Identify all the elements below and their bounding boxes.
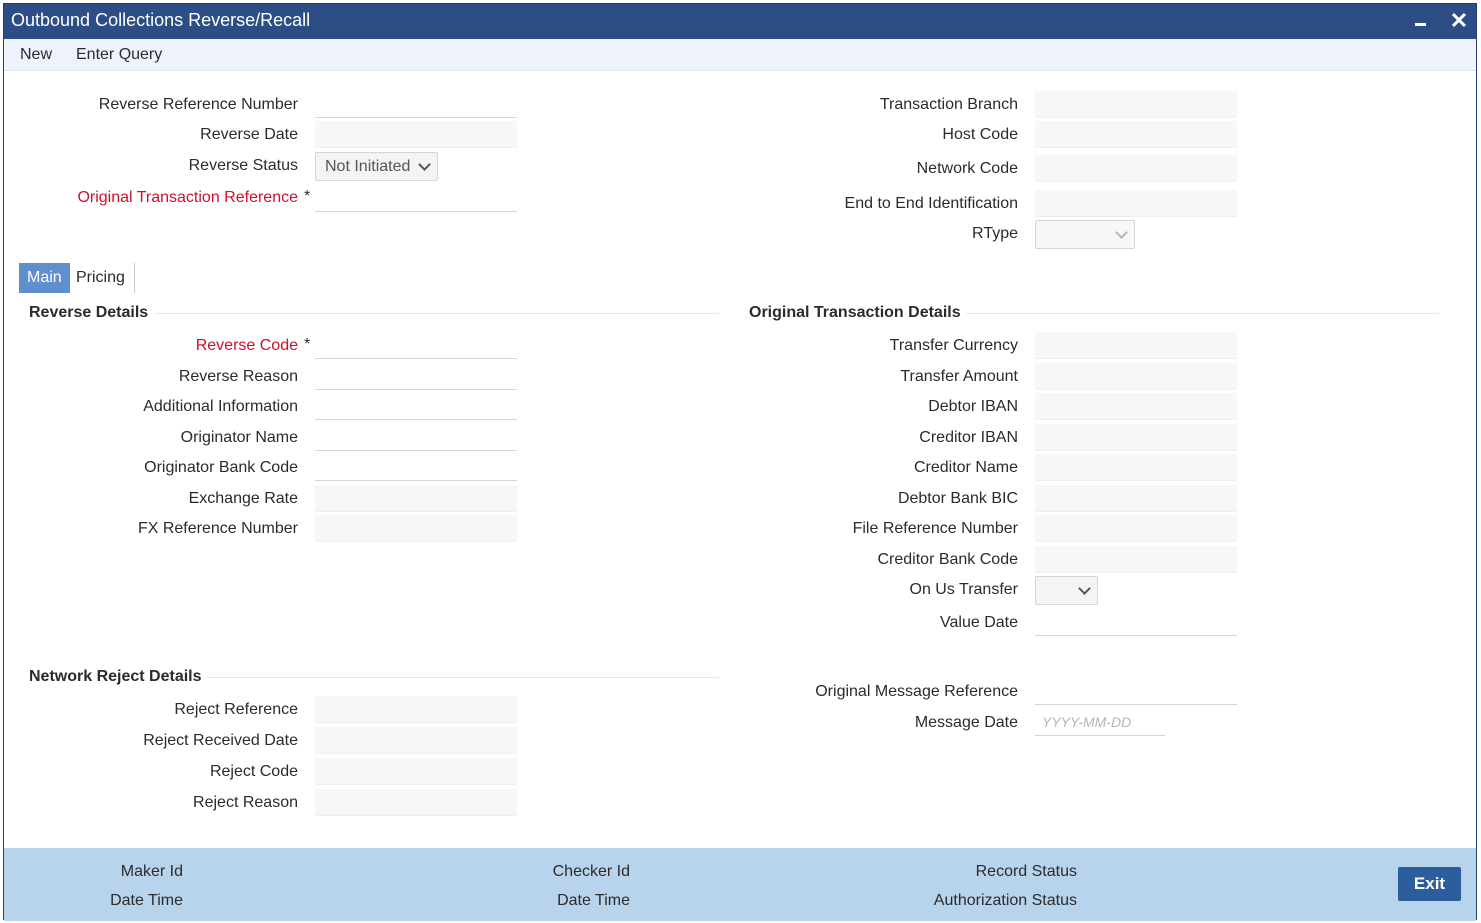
creditor-bank-code-label: Creditor Bank Code — [877, 551, 1018, 568]
menu-bar: New Enter Query — [4, 39, 1476, 71]
end-to-end-identification-label: End to End Identification — [844, 195, 1018, 212]
reverse-date-label: Reverse Date — [200, 126, 298, 143]
reject-code-label: Reject Code — [209, 763, 298, 780]
menu-new[interactable]: New — [20, 46, 52, 64]
reverse-details-heading: Reverse Details — [29, 304, 149, 321]
fx-reference-number-label: FX Reference Number — [137, 520, 298, 537]
network-code-label: Network Code — [916, 160, 1018, 177]
title-bar: Outbound Collections Reverse/Recall ✕ — [4, 4, 1476, 39]
creditor-bank-code-input[interactable] — [1035, 546, 1237, 573]
transaction-branch-input[interactable] — [1035, 91, 1237, 118]
value-date-label: Value Date — [940, 614, 1018, 631]
file-reference-number-input[interactable] — [1035, 515, 1237, 542]
host-code-label: Host Code — [942, 126, 1018, 143]
reverse-status-select[interactable]: Not Initiated — [315, 152, 438, 181]
network-code-input[interactable] — [1035, 155, 1237, 182]
tab-divider — [134, 263, 135, 293]
originator-name-label: Originator Name — [180, 429, 298, 446]
authorization-status-label: Authorization Status — [933, 892, 1077, 909]
originator-bank-code-label: Originator Bank Code — [144, 459, 298, 476]
chevron-down-icon — [1115, 226, 1128, 239]
reverse-code-label: Reverse Code — [195, 337, 298, 354]
original-message-reference-label: Original Message Reference — [815, 683, 1018, 700]
reverse-reason-input[interactable] — [315, 363, 517, 390]
fx-reference-number-input[interactable] — [315, 515, 517, 542]
tab-main[interactable]: Main — [19, 263, 70, 293]
transfer-amount-label: Transfer Amount — [900, 368, 1018, 385]
record-status-label: Record Status — [975, 863, 1077, 880]
transfer-currency-label: Transfer Currency — [889, 337, 1018, 354]
reverse-status-label: Reverse Status — [188, 157, 298, 174]
original-transaction-reference-input[interactable] — [315, 185, 517, 212]
network-reject-details-heading: Network Reject Details — [29, 668, 202, 685]
originator-name-input[interactable] — [315, 424, 517, 451]
on-us-transfer-select[interactable] — [1035, 576, 1098, 605]
creditor-iban-input[interactable] — [1035, 424, 1237, 451]
rtype-label: RType — [972, 225, 1018, 242]
reject-received-date-input[interactable] — [315, 727, 517, 754]
required-star: * — [304, 336, 311, 353]
outbound-collections-reverse-window: Outbound Collections Reverse/Recall ✕ Ne… — [3, 3, 1477, 921]
message-date-label: Message Date — [914, 714, 1018, 731]
section-divider — [966, 313, 1439, 314]
debtor-iban-label: Debtor IBAN — [928, 398, 1018, 415]
file-reference-number-label: File Reference Number — [852, 520, 1018, 537]
checker-date-time-label: Date Time — [557, 892, 630, 909]
close-icon[interactable]: ✕ — [1446, 7, 1472, 35]
reverse-reference-number-label: Reverse Reference Number — [98, 96, 298, 113]
creditor-name-input[interactable] — [1035, 454, 1237, 481]
message-date-input[interactable] — [1035, 709, 1165, 736]
original-message-reference-input[interactable] — [1035, 678, 1237, 705]
reject-reference-label: Reject Reference — [174, 701, 298, 718]
reverse-code-input[interactable] — [315, 332, 517, 359]
transfer-currency-input[interactable] — [1035, 332, 1237, 359]
chevron-down-icon — [418, 158, 431, 171]
section-divider — [154, 313, 719, 314]
debtor-bank-bic-label: Debtor Bank BIC — [897, 490, 1018, 507]
window-title: Outbound Collections Reverse/Recall — [11, 10, 311, 30]
originator-bank-code-input[interactable] — [315, 454, 517, 481]
original-transaction-details-heading: Original Transaction Details — [749, 304, 961, 321]
maker-id-label: Maker Id — [120, 863, 183, 880]
reverse-status-value: Not Initiated — [325, 158, 411, 175]
reverse-date-input[interactable] — [315, 121, 517, 148]
maker-date-time-label: Date Time — [110, 892, 183, 909]
transfer-amount-input[interactable] — [1035, 363, 1237, 390]
transaction-branch-label: Transaction Branch — [879, 96, 1018, 113]
rtype-select[interactable] — [1035, 220, 1135, 249]
exchange-rate-input[interactable] — [315, 485, 517, 512]
reverse-reference-number-input[interactable] — [315, 91, 517, 118]
creditor-name-label: Creditor Name — [913, 459, 1018, 476]
additional-information-input[interactable] — [315, 393, 517, 420]
debtor-iban-input[interactable] — [1035, 393, 1237, 420]
reject-reason-input[interactable] — [315, 789, 517, 816]
original-transaction-reference-label: Original Transaction Reference — [77, 189, 298, 206]
value-date-input[interactable] — [1035, 609, 1237, 636]
minimize-icon[interactable] — [1408, 7, 1434, 35]
exit-button[interactable]: Exit — [1398, 867, 1461, 901]
end-to-end-identification-input[interactable] — [1035, 190, 1237, 217]
on-us-transfer-label: On Us Transfer — [909, 581, 1018, 598]
reverse-reason-label: Reverse Reason — [178, 368, 298, 385]
section-divider — [207, 677, 719, 678]
required-star: * — [304, 188, 311, 205]
audit-footer: Maker Id Date Time Checker Id Date Time … — [4, 848, 1476, 921]
reject-code-input[interactable] — [315, 758, 517, 785]
reject-reason-label: Reject Reason — [193, 794, 298, 811]
host-code-input[interactable] — [1035, 121, 1237, 148]
reject-received-date-label: Reject Received Date — [143, 732, 298, 749]
checker-id-label: Checker Id — [552, 863, 630, 880]
chevron-down-icon — [1078, 582, 1091, 595]
exchange-rate-label: Exchange Rate — [188, 490, 298, 507]
menu-enter-query[interactable]: Enter Query — [76, 46, 162, 64]
debtor-bank-bic-input[interactable] — [1035, 485, 1237, 512]
reject-reference-input[interactable] — [315, 696, 517, 723]
tab-pricing[interactable]: Pricing — [68, 263, 133, 293]
creditor-iban-label: Creditor IBAN — [919, 429, 1018, 446]
additional-information-label: Additional Information — [143, 398, 298, 415]
